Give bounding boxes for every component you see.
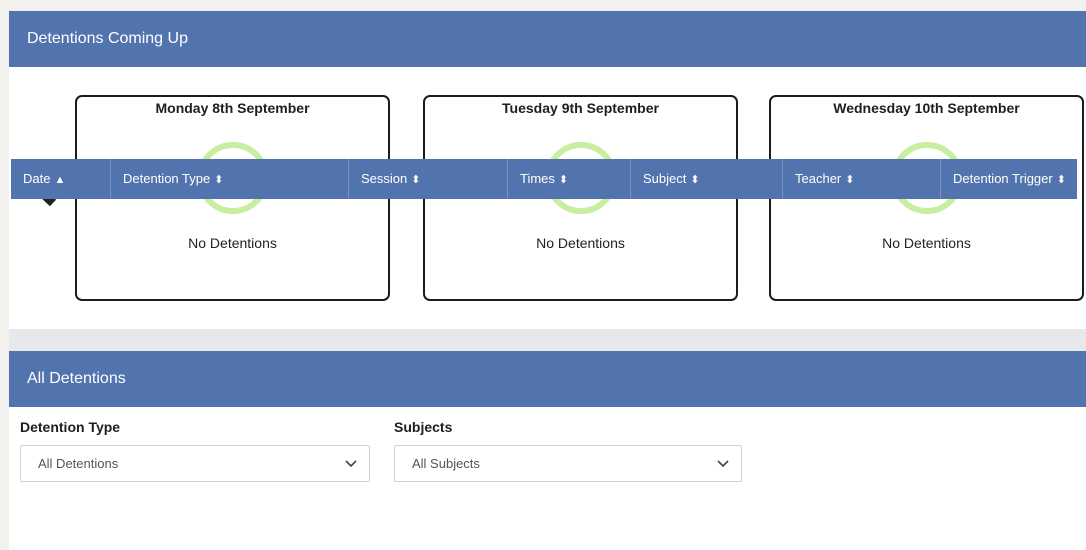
column-header-session[interactable]: Session ⬍ [349,159,508,199]
column-header-date[interactable]: Date ▲ [11,159,111,199]
day-card-title: Tuesday 9th September [502,100,659,116]
column-header-label: Subject [643,171,687,186]
column-header-label: Session [361,171,408,186]
column-header-times[interactable]: Times ⬍ [508,159,631,199]
upcoming-panel-title: Detentions Coming Up [9,11,1086,67]
sort-icon: ⬍ [845,174,855,186]
subjects-label: Subjects [394,419,453,435]
subjects-value: All Subjects [412,456,480,471]
all-detentions-panel: All Detentions Detention Type All Detent… [9,351,1086,550]
column-header-detention-trigger[interactable]: Detention Trigger ⬍ [941,159,1077,199]
day-card-title: Wednesday 10th September [833,100,1020,116]
sort-icon: ⬍ [1056,174,1066,186]
detention-type-select[interactable]: All Detentions [20,445,370,482]
sort-icon: ⬍ [558,174,569,186]
column-header-label: Detention Type [123,171,211,186]
column-header-detention-type[interactable]: Detention Type ⬍ [111,159,349,199]
column-header-label: Teacher [795,171,842,186]
subjects-select[interactable]: All Subjects [394,445,742,482]
column-header-label: Date [23,171,51,186]
all-detentions-title: All Detentions [9,351,1086,407]
day-card-title: Monday 8th September [155,100,310,116]
column-header-label: Times [520,171,555,186]
sort-asc-icon: ▲ [54,174,66,186]
detention-type-value: All Detentions [38,456,119,471]
column-header-teacher[interactable]: Teacher ⬍ [783,159,941,199]
chevron-down-icon [345,460,357,468]
chevron-down-icon [717,460,729,468]
section-divider [9,329,1086,351]
sort-icon: ⬍ [214,174,224,186]
detention-type-label: Detention Type [20,419,121,435]
day-card-status: No Detentions [188,235,277,251]
day-card-status: No Detentions [536,235,625,251]
detentions-table-header: Date ▲ Detention Type ⬍ Session ⬍ Times ⬍ Su… [11,159,1077,199]
column-header-subject[interactable]: Subject ⬍ [631,159,783,199]
sort-icon: ⬍ [690,174,700,186]
column-header-label: Detention Trigger [953,171,1053,186]
day-card-status: No Detentions [882,235,971,251]
filters-row: Detention Type All Detentions Subjects A… [9,407,1086,511]
sort-icon: ⬍ [411,174,421,186]
